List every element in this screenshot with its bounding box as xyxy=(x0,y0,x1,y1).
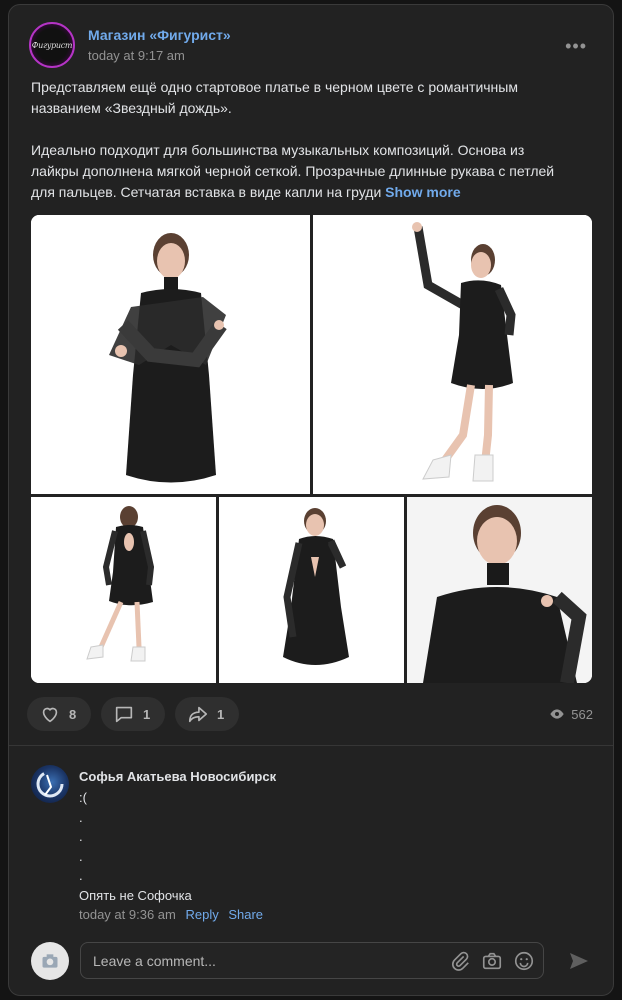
share-link[interactable]: Share xyxy=(228,907,263,922)
post-text-line: лайкры дополнена мягкой черной сеткой. П… xyxy=(31,163,555,179)
reply-link[interactable]: Reply xyxy=(185,907,218,922)
comment-line: . xyxy=(79,829,83,844)
like-button[interactable]: 8 xyxy=(27,697,91,731)
post-card: Фигурист Магазин «Фигурист» today at 9:1… xyxy=(8,4,614,996)
share-count: 1 xyxy=(217,706,225,722)
photo-4[interactable] xyxy=(219,497,404,683)
photo-2[interactable] xyxy=(313,215,592,494)
comment-placeholder: Leave a comment... xyxy=(93,952,216,969)
comment-meta: today at 9:36 am Reply Share xyxy=(79,907,263,922)
views-counter: 562 xyxy=(549,706,593,722)
author-name[interactable]: Магазин «Фигурист» xyxy=(88,27,231,43)
community-avatar[interactable]: Фигурист xyxy=(29,22,75,68)
camera-placeholder-icon xyxy=(42,954,58,968)
post-text-line: Представляем ещё одно стартовое платье в… xyxy=(31,79,518,95)
comment-icon xyxy=(115,706,133,723)
views-count: 562 xyxy=(571,706,593,722)
comment-line: . xyxy=(79,868,83,883)
post-actions: 8 1 1 562 xyxy=(27,697,593,731)
divider xyxy=(9,745,613,746)
post-text: Представляем ещё одно стартовое платье в… xyxy=(31,77,591,203)
post-header: Фигурист Магазин «Фигурист» today at 9:1… xyxy=(29,22,593,70)
comment-line: Опять не Софочка xyxy=(79,887,192,903)
heart-icon xyxy=(42,707,58,723)
comment-line: . xyxy=(79,809,83,825)
comment-count: 1 xyxy=(143,706,151,722)
attach-icon[interactable] xyxy=(449,950,471,972)
more-horizontal-icon[interactable]: ••• xyxy=(565,37,587,55)
post-text-line: для пальцев. Сетчатая вставка в виде кап… xyxy=(31,184,382,200)
photo-3[interactable] xyxy=(31,497,216,683)
comment-button[interactable]: 1 xyxy=(101,697,165,731)
share-arrow-icon xyxy=(188,706,208,723)
photo-1[interactable] xyxy=(31,215,310,494)
comment-line: . xyxy=(79,848,83,864)
commenter-name[interactable]: Софья Акатьева Новосибирск xyxy=(79,769,276,784)
like-count: 8 xyxy=(69,706,77,722)
share-button[interactable]: 1 xyxy=(175,697,239,731)
comment-text: :( . . . . Опять не Софочка xyxy=(79,788,192,905)
comment-line: :( xyxy=(79,790,87,805)
post-text-line: названием «Звездный дождь». xyxy=(31,100,232,116)
post-time[interactable]: today at 9:17 am xyxy=(88,48,185,63)
camera-icon[interactable] xyxy=(481,950,503,972)
show-more-link[interactable]: Show more xyxy=(385,184,460,200)
emoji-icon[interactable] xyxy=(513,950,535,972)
comment-time[interactable]: today at 9:36 am xyxy=(79,907,176,922)
send-icon[interactable] xyxy=(567,949,591,973)
commenter-avatar[interactable] xyxy=(31,765,69,803)
eye-icon xyxy=(550,709,564,719)
photo-5[interactable] xyxy=(407,497,592,683)
avatar-logo-text: Фигурист xyxy=(31,40,73,50)
comment-input[interactable]: Leave a comment... xyxy=(80,942,544,979)
post-text-line: Идеально подходит для большинства музыка… xyxy=(31,142,525,158)
composer-avatar xyxy=(31,942,69,980)
